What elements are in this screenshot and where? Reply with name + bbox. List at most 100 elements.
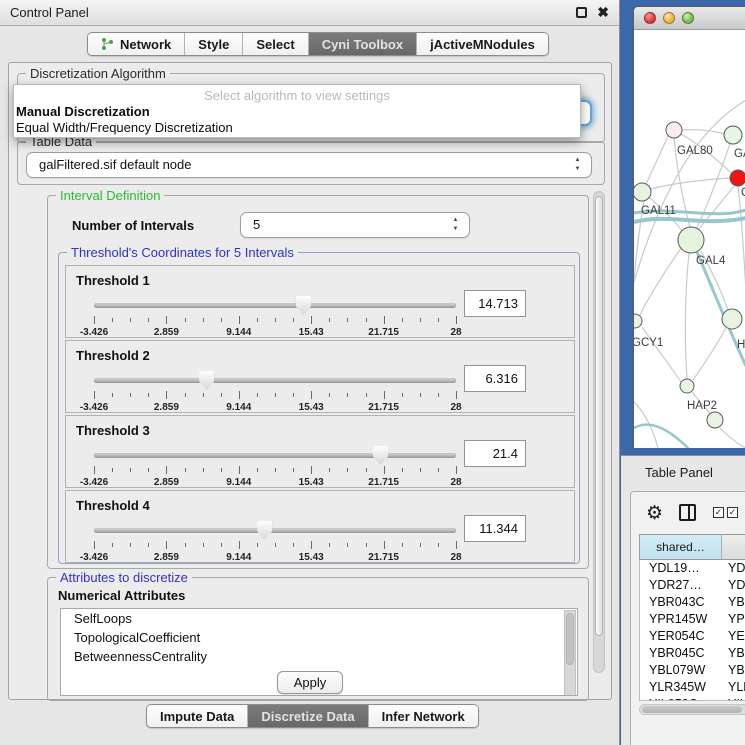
network-canvas[interactable]: GAL80GACGAL11GAL4GCY1HHAP2	[634, 30, 745, 448]
tab-impute-data[interactable]: Impute Data	[147, 705, 247, 727]
threshold-slider-2[interactable]: -3.4262.8599.14415.4321.71528	[94, 369, 456, 411]
network-edge[interactable]	[738, 186, 745, 290]
algorithm-placeholder-option[interactable]: Select algorithm to view settings	[14, 85, 580, 104]
interval-definition-title: Interval Definition	[56, 188, 164, 203]
table-row[interactable]: YIL052CYIL0	[640, 696, 745, 701]
tab-discretize-data[interactable]: Discretize Data	[247, 705, 367, 727]
hide-column-checkbox-icon[interactable]: ✓	[727, 507, 738, 518]
network-node[interactable]	[722, 309, 742, 329]
slider-handle[interactable]	[296, 296, 311, 315]
table-hscrollbar-thumb[interactable]	[642, 706, 742, 713]
slider-track[interactable]	[94, 528, 456, 533]
table-row[interactable]: YDL19…YDL1	[640, 560, 745, 577]
attributes-scrollbar-thumb[interactable]	[566, 613, 574, 665]
threshold-slider-3[interactable]: -3.4262.8599.14415.4321.71528	[94, 444, 456, 486]
tab-network[interactable]: Network	[88, 33, 184, 55]
network-node[interactable]	[634, 183, 651, 201]
tick-mark	[456, 316, 457, 324]
tick-mark	[456, 466, 457, 474]
column-header-name[interactable]: na	[722, 535, 745, 559]
slider-track[interactable]	[94, 378, 456, 383]
slider-track[interactable]	[94, 453, 456, 458]
tick-mark	[257, 543, 258, 547]
num-intervals-combobox[interactable]: 5 ▲▼	[240, 212, 470, 238]
table-row[interactable]: YPR145WYPR1	[640, 611, 745, 628]
table-row[interactable]: YDR27…YDR2	[640, 577, 745, 594]
network-edge[interactable]	[682, 130, 725, 134]
attribute-item[interactable]: TopologicalCoefficient	[61, 628, 577, 647]
threshold-row-2: Threshold 2-3.4262.8599.14415.4321.71528…	[65, 340, 575, 413]
tick-label: 21.715	[368, 477, 399, 488]
tick-mark	[166, 541, 167, 549]
num-intervals-label: Number of Intervals	[72, 218, 194, 233]
network-node[interactable]	[678, 227, 704, 253]
tick-mark	[130, 393, 131, 397]
threshold-slider-1[interactable]: -3.4262.8599.14415.4321.71528	[94, 294, 456, 336]
tab-select[interactable]: Select	[242, 33, 307, 55]
network-edge[interactable]	[698, 186, 734, 230]
algorithm-option-equal-width[interactable]: Equal Width/Frequency Discretization	[14, 120, 580, 136]
table-hscrollbar[interactable]	[639, 704, 745, 715]
columns-icon[interactable]	[679, 504, 696, 521]
threshold-value-field[interactable]: 6.316	[464, 365, 526, 392]
threshold-slider-4[interactable]: -3.4262.8599.14415.4321.71528	[94, 519, 456, 561]
settings-scrollbar[interactable]	[593, 191, 605, 673]
gear-icon[interactable]: ⚙	[646, 504, 663, 523]
attribute-item[interactable]: BetweennessCentrality	[61, 647, 577, 666]
network-node[interactable]	[680, 379, 694, 393]
slider-track[interactable]	[94, 303, 456, 308]
network-edge[interactable]	[685, 253, 689, 379]
algorithm-option-manual[interactable]: Manual Discretization	[14, 104, 580, 120]
table-row[interactable]: YBL079WYBL0	[640, 662, 745, 679]
close-traffic-light-icon[interactable]	[644, 12, 656, 24]
network-edge[interactable]	[720, 428, 745, 448]
attribute-item[interactable]: SelfLoops	[61, 609, 577, 628]
attributes-scrollbar[interactable]	[564, 610, 576, 696]
table-row[interactable]: YBR045CYBR0	[640, 645, 745, 662]
network-edge[interactable]	[642, 327, 681, 382]
network-node[interactable]	[666, 122, 682, 138]
float-window-icon[interactable]	[576, 7, 587, 18]
slider-handle[interactable]	[257, 521, 272, 540]
network-edge[interactable]	[693, 328, 726, 380]
network-node[interactable]	[707, 412, 723, 428]
threshold-value-field[interactable]: 14.713	[464, 290, 526, 317]
network-edge[interactable]	[650, 178, 730, 189]
tick-mark	[148, 393, 149, 397]
table-row[interactable]: YLR345WYLR3	[640, 679, 745, 696]
tick-mark	[347, 468, 348, 472]
slider-handle[interactable]	[373, 446, 388, 465]
slider-handle[interactable]	[199, 371, 214, 390]
close-icon[interactable]: ✖	[597, 4, 609, 21]
apply-button[interactable]: Apply	[277, 671, 343, 694]
network-node[interactable]	[634, 314, 642, 328]
show-column-checkbox-icon[interactable]: ✓	[713, 507, 724, 518]
threshold-value-field[interactable]: 11.344	[464, 515, 526, 542]
tick-label: 21.715	[368, 552, 399, 563]
settings-scrollbar-thumb[interactable]	[595, 196, 603, 636]
cell-shared-name: YIL052C	[640, 696, 722, 701]
network-node[interactable]	[724, 126, 742, 144]
slider-tick-labels: -3.4262.8599.14415.4321.71528	[94, 552, 456, 563]
network-node[interactable]	[730, 170, 745, 186]
table-row[interactable]: YBR043CYBR0	[640, 594, 745, 611]
tab-infer-network[interactable]: Infer Network	[368, 705, 478, 727]
network-edge[interactable]	[640, 248, 681, 315]
threshold-list: Threshold 1-3.4262.8599.14415.4321.71528…	[65, 265, 575, 565]
num-intervals-value: 5	[253, 217, 260, 232]
table-row[interactable]: YER054CYER0	[640, 628, 745, 645]
network-window-titlebar[interactable]	[634, 7, 745, 30]
tab-cyni-toolbox[interactable]: Cyni Toolbox	[308, 33, 416, 55]
tab-style[interactable]: Style	[184, 33, 242, 55]
column-header-shared-name[interactable]: shared…	[640, 535, 722, 559]
zoom-traffic-light-icon[interactable]	[682, 12, 694, 24]
table-data-combobox[interactable]: galFiltered.sif default node ▲▼	[26, 152, 592, 178]
network-edge-highlighted[interactable]	[634, 218, 745, 222]
network-edge-highlighted[interactable]	[634, 425, 690, 448]
network-edge[interactable]	[646, 136, 668, 184]
tab-jactivemnodules[interactable]: jActiveMNodules	[416, 33, 548, 55]
minimize-traffic-light-icon[interactable]	[663, 12, 675, 24]
control-panel-titlebar: Control Panel ✖	[0, 0, 619, 26]
tick-mark	[438, 318, 439, 322]
threshold-value-field[interactable]: 21.4	[464, 440, 526, 467]
